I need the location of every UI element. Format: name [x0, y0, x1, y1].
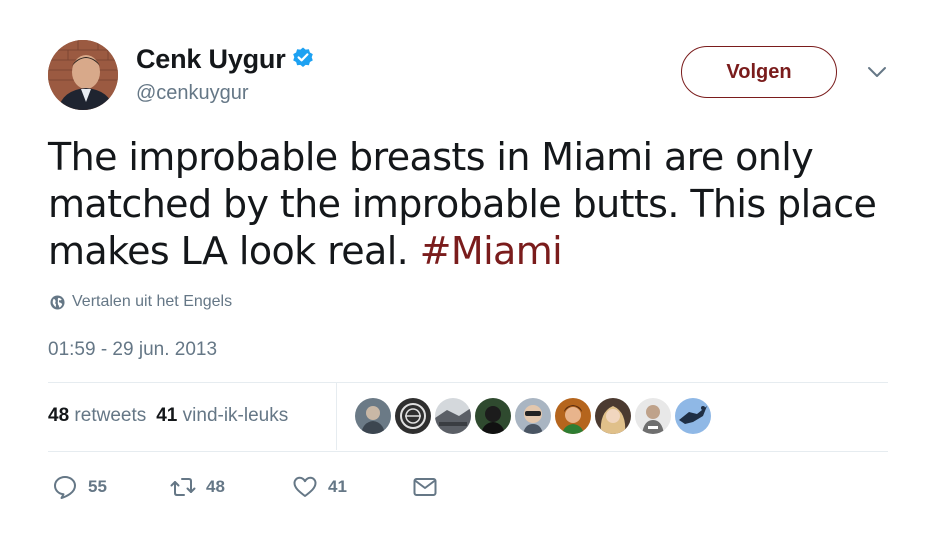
- liker-avatar[interactable]: [514, 397, 552, 435]
- likes-label: vind-ik-leuks: [182, 405, 289, 426]
- translate-label: Vertalen uit het Engels: [72, 293, 233, 310]
- heart-icon: [293, 476, 317, 497]
- liker-avatar[interactable]: [394, 397, 432, 435]
- globe-icon: [50, 294, 65, 310]
- likers-avatars: [354, 397, 712, 435]
- liker-avatar[interactable]: [474, 397, 512, 435]
- like-button[interactable]: 41: [292, 472, 347, 502]
- retweets-stat[interactable]: 48 retweets: [48, 405, 146, 426]
- direct-message-button[interactable]: [412, 472, 438, 502]
- divider-bottom: [48, 451, 888, 452]
- likes-count: 41: [156, 405, 178, 426]
- liker-avatar[interactable]: [354, 397, 392, 435]
- hashtag-link[interactable]: #Miami: [420, 229, 563, 273]
- retweets-label: retweets: [74, 405, 147, 426]
- likes-stat[interactable]: 41 vind-ik-leuks: [156, 405, 288, 426]
- retweet-icon: [170, 478, 196, 496]
- tweet-card: Cenk Uygur @cenkuygur Volgen The improba…: [0, 0, 927, 535]
- author-name[interactable]: Cenk Uygur: [136, 42, 286, 76]
- like-count: 41: [328, 477, 347, 496]
- avatar-image: [48, 40, 118, 110]
- author-handle[interactable]: @cenkuygur: [136, 80, 249, 106]
- retweet-count: 48: [206, 477, 225, 496]
- retweets-count: 48: [48, 405, 70, 426]
- verified-badge-icon: [293, 47, 313, 67]
- envelope-icon: [413, 478, 437, 496]
- liker-avatar[interactable]: [434, 397, 472, 435]
- divider-top: [48, 382, 888, 383]
- stats-separator: [336, 382, 337, 450]
- translate-link[interactable]: Vertalen uit het Engels: [50, 291, 232, 313]
- reply-icon: [54, 476, 76, 499]
- tweet-text: The improbable breasts in Miami are only…: [48, 134, 898, 275]
- liker-avatar[interactable]: [594, 397, 632, 435]
- author-avatar[interactable]: [48, 40, 118, 110]
- retweet-button[interactable]: 48: [170, 472, 225, 502]
- reply-button[interactable]: 55: [52, 472, 107, 502]
- tweet-stats: 48 retweets 41 vind-ik-leuks: [48, 403, 288, 429]
- liker-avatar[interactable]: [554, 397, 592, 435]
- liker-avatar[interactable]: [634, 397, 672, 435]
- tweet-timestamp[interactable]: 01:59 - 29 jun. 2013: [48, 337, 217, 363]
- liker-avatar[interactable]: [674, 397, 712, 435]
- follow-button[interactable]: Volgen: [681, 46, 837, 98]
- chevron-down-icon[interactable]: [866, 64, 888, 80]
- reply-count: 55: [88, 477, 107, 496]
